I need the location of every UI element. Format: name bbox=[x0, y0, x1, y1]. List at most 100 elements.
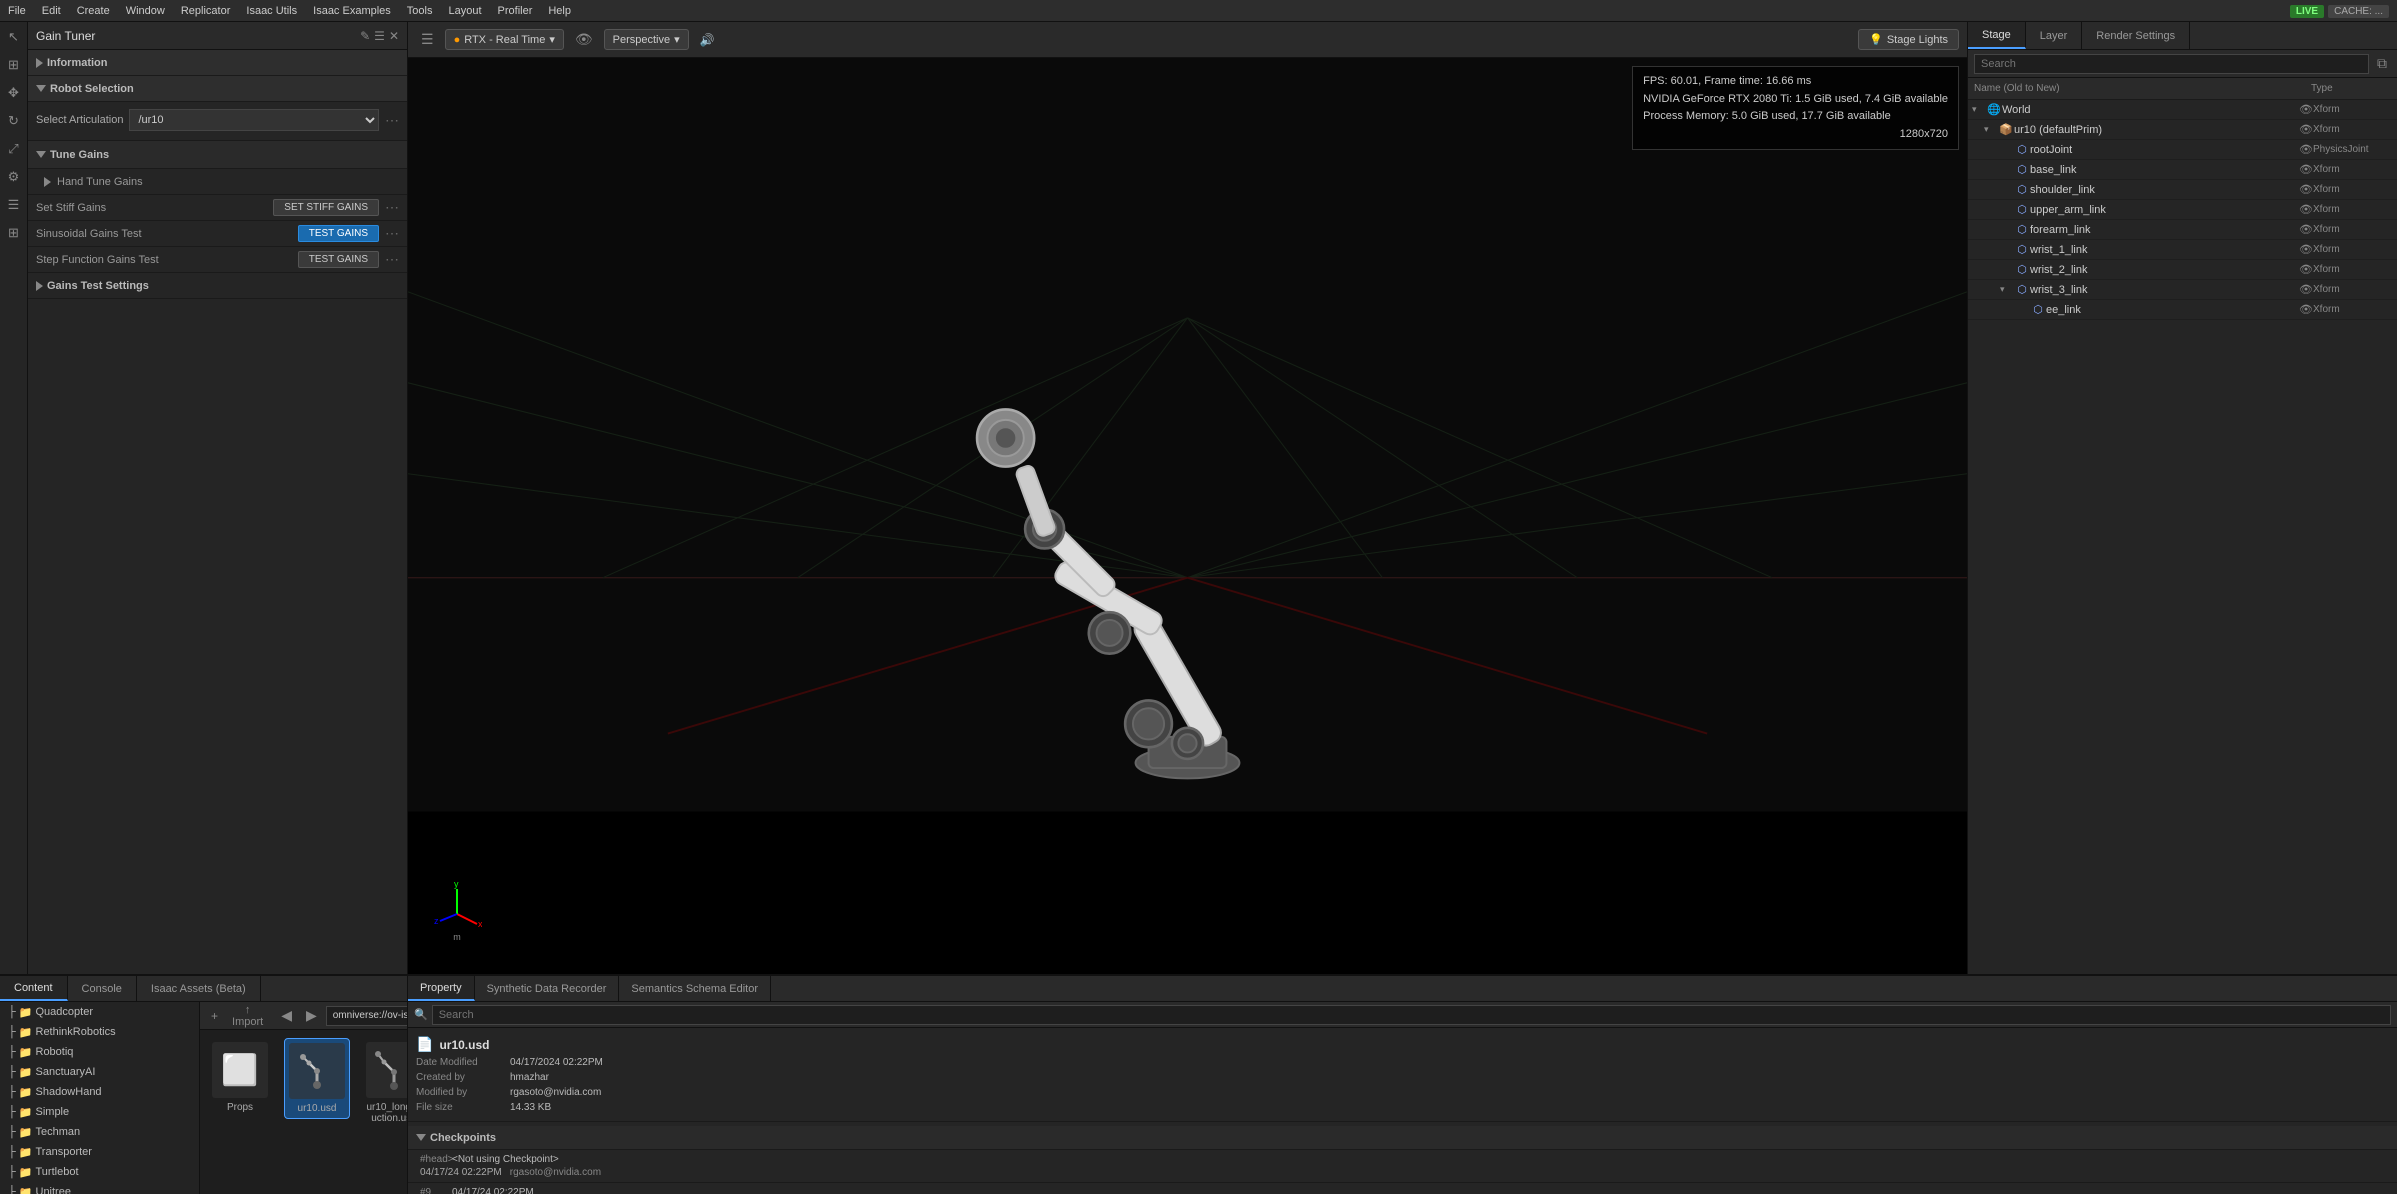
cb-item-sanctuaryai[interactable]: ├ 📁 SanctuaryAI bbox=[0, 1062, 199, 1082]
gains-test-settings-header[interactable]: Gains Test Settings bbox=[28, 273, 407, 299]
tree-row-base-link[interactable]: ⬡ base_link 👁 Xform bbox=[1968, 160, 2397, 180]
tree-row-wrist2-link[interactable]: ⬡ wrist_2_link 👁 Xform bbox=[1968, 260, 2397, 280]
cb-asset-ur10-usd[interactable]: ur10.usd bbox=[284, 1038, 350, 1119]
br-tab-semantics[interactable]: Semantics Schema Editor bbox=[619, 976, 771, 1001]
cb-path-input[interactable] bbox=[326, 1006, 407, 1026]
cb-add-button[interactable]: + bbox=[206, 1006, 223, 1026]
br-tab-property[interactable]: Property bbox=[408, 976, 475, 1001]
wrist2link-vis-icon[interactable]: 👁 bbox=[2299, 263, 2313, 276]
checkpoint-item-9[interactable]: #9 04/17/24 02:22PM rgasoto@nvidia.com bbox=[408, 1183, 2397, 1194]
bottom-tab-console[interactable]: Console bbox=[68, 976, 137, 1001]
eelink-icon: ⬡ bbox=[2030, 303, 2046, 316]
tune-gains-header[interactable]: Tune Gains bbox=[28, 141, 407, 169]
robot-selection-section-header[interactable]: Robot Selection bbox=[28, 76, 407, 102]
wrist1link-label: wrist_1_link bbox=[2030, 244, 2295, 256]
rail-settings-icon[interactable]: ⚙ bbox=[3, 166, 25, 188]
menu-profiler[interactable]: Profiler bbox=[498, 5, 533, 17]
rail-layers-icon[interactable]: ☰ bbox=[3, 194, 25, 216]
menu-isaac-utils[interactable]: Isaac Utils bbox=[246, 5, 297, 17]
menu-isaac-examples[interactable]: Isaac Examples bbox=[313, 5, 391, 17]
tree-row-shoulder-link[interactable]: ⬡ shoulder_link 👁 Xform bbox=[1968, 180, 2397, 200]
checkpoints-header[interactable]: Checkpoints bbox=[408, 1126, 2397, 1150]
rail-grid-icon[interactable]: ⊞ bbox=[3, 222, 25, 244]
tune-gains-collapse-icon bbox=[36, 151, 46, 158]
tree-row-ee-link[interactable]: ⬡ ee_link 👁 Xform bbox=[1968, 300, 2397, 320]
br-search-input[interactable] bbox=[432, 1005, 2391, 1025]
rail-rotate-icon[interactable]: ↻ bbox=[3, 110, 25, 132]
forearmlink-vis-icon[interactable]: 👁 bbox=[2299, 223, 2313, 236]
bottom-tab-content[interactable]: Content bbox=[0, 976, 68, 1001]
stage-filter-icon[interactable]: ⧉ bbox=[2373, 53, 2391, 74]
tree-row-wrist3-link[interactable]: ▾ ⬡ wrist_3_link 👁 Xform bbox=[1968, 280, 2397, 300]
articulation-menu-icon[interactable]: ⋯ bbox=[385, 112, 399, 129]
tree-row-forearm-link[interactable]: ⬡ forearm_link 👁 Xform bbox=[1968, 220, 2397, 240]
step-function-gains-menu-icon[interactable]: ⋯ bbox=[385, 251, 399, 268]
cb-item-techman[interactable]: ├ 📁 Techman bbox=[0, 1122, 199, 1142]
cb-item-simple[interactable]: ├ 📁 Simple bbox=[0, 1102, 199, 1122]
shoulderlink-vis-icon[interactable]: 👁 bbox=[2299, 183, 2313, 196]
stage-tab-layer[interactable]: Layer bbox=[2026, 22, 2083, 49]
wrist1link-vis-icon[interactable]: 👁 bbox=[2299, 243, 2313, 256]
eelink-vis-icon[interactable]: 👁 bbox=[2299, 303, 2313, 316]
sinusoidal-gains-menu-icon[interactable]: ⋯ bbox=[385, 225, 399, 242]
world-vis-icon[interactable]: 👁 bbox=[2299, 103, 2313, 116]
tree-row-upper-arm-link[interactable]: ⬡ upper_arm_link 👁 Xform bbox=[1968, 200, 2397, 220]
tree-row-rootjoint[interactable]: ⬡ rootJoint 👁 PhysicsJoint bbox=[1968, 140, 2397, 160]
menu-layout[interactable]: Layout bbox=[448, 5, 481, 17]
menu-file[interactable]: File bbox=[8, 5, 26, 17]
wrist3link-vis-icon[interactable]: 👁 bbox=[2299, 283, 2313, 296]
bottom-tab-isaac-assets[interactable]: Isaac Assets (Beta) bbox=[137, 976, 261, 1001]
rail-scale-icon[interactable]: ⤢ bbox=[3, 138, 25, 160]
tree-row-wrist1-link[interactable]: ⬡ wrist_1_link 👁 Xform bbox=[1968, 240, 2397, 260]
unitree-folder-icon: 📁 bbox=[19, 1186, 33, 1194]
close-icon[interactable]: ✕ bbox=[389, 29, 399, 43]
set-stiff-gains-menu-icon[interactable]: ⋯ bbox=[385, 199, 399, 216]
cb-item-robotiq[interactable]: ├ 📁 Robotiq bbox=[0, 1042, 199, 1062]
menu-edit[interactable]: Edit bbox=[42, 5, 61, 17]
camera-settings-icon-btn[interactable]: 👁 bbox=[570, 28, 598, 51]
stage-tab-stage[interactable]: Stage bbox=[1968, 22, 2026, 49]
stage-search-input[interactable] bbox=[1974, 54, 2369, 74]
cb-item-unitree[interactable]: ├ 📁 Unitree bbox=[0, 1182, 199, 1194]
upperarmlink-vis-icon[interactable]: 👁 bbox=[2299, 203, 2313, 216]
cb-nav-back[interactable]: ◀ bbox=[276, 1004, 297, 1027]
rtx-realtime-button[interactable]: ● RTX - Real Time ▾ bbox=[445, 29, 564, 50]
viewport-settings-icon-btn[interactable]: ☰ bbox=[416, 28, 439, 51]
cb-asset-ur10-long-suction[interactable]: ur10_long_suction.usd bbox=[362, 1038, 407, 1128]
ur10-vis-icon[interactable]: 👁 bbox=[2299, 123, 2313, 136]
cb-item-turtlebot[interactable]: ├ 📁 Turtlebot bbox=[0, 1162, 199, 1182]
baselink-vis-icon[interactable]: 👁 bbox=[2299, 163, 2313, 176]
cb-import-button[interactable]: ↑ Import bbox=[227, 1002, 268, 1031]
cb-item-shadowhand[interactable]: ├ 📁 ShadowHand bbox=[0, 1082, 199, 1102]
cb-asset-props-folder[interactable]: ⬜ Props bbox=[208, 1038, 272, 1117]
set-stiff-gains-button[interactable]: SET STIFF GAINS bbox=[273, 199, 379, 216]
rootjoint-vis-icon[interactable]: 👁 bbox=[2299, 143, 2313, 156]
tree-row-world[interactable]: ▾ 🌐 World 👁 Xform bbox=[1968, 100, 2397, 120]
stage-lights-button[interactable]: 💡 Stage Lights bbox=[1858, 29, 1959, 50]
rail-move-icon[interactable]: ✥ bbox=[3, 82, 25, 104]
cb-item-transporter[interactable]: ├ 📁 Transporter bbox=[0, 1142, 199, 1162]
menu-icon[interactable]: ☰ bbox=[374, 29, 385, 43]
audio-icon-btn[interactable]: 🔊 bbox=[695, 30, 720, 50]
menu-create[interactable]: Create bbox=[77, 5, 110, 17]
step-function-test-gains-button[interactable]: TEST GAINS bbox=[298, 251, 379, 268]
cb-item-rethinkrobotics[interactable]: ├ 📁 RethinkRobotics bbox=[0, 1022, 199, 1042]
rail-select-icon[interactable]: ⊞ bbox=[3, 54, 25, 76]
perspective-button[interactable]: Perspective ▾ bbox=[604, 29, 689, 50]
information-section-header[interactable]: Information bbox=[28, 50, 407, 76]
stage-tab-render-settings[interactable]: Render Settings bbox=[2082, 22, 2190, 49]
menu-help[interactable]: Help bbox=[548, 5, 571, 17]
cb-item-quadcopter[interactable]: ├ 📁 Quadcopter bbox=[0, 1002, 199, 1022]
articulation-select[interactable]: /ur10 bbox=[129, 109, 379, 131]
rail-cursor-icon[interactable]: ↖ bbox=[3, 26, 25, 48]
upperarmlink-label: upper_arm_link bbox=[2030, 204, 2295, 216]
edit-icon[interactable]: ✎ bbox=[360, 29, 370, 43]
menu-replicator[interactable]: Replicator bbox=[181, 5, 231, 17]
menu-window[interactable]: Window bbox=[126, 5, 165, 17]
tree-row-ur10[interactable]: ▾ 📦 ur10 (defaultPrim) 👁 Xform bbox=[1968, 120, 2397, 140]
br-tab-synthetic-data[interactable]: Synthetic Data Recorder bbox=[475, 976, 620, 1001]
menu-tools[interactable]: Tools bbox=[407, 5, 433, 17]
sinusoidal-test-gains-button[interactable]: TEST GAINS bbox=[298, 225, 379, 242]
checkpoint-item-head[interactable]: #head> <Not using Checkpoint> 04/17/24 0… bbox=[408, 1150, 2397, 1183]
cb-nav-forward[interactable]: ▶ bbox=[301, 1004, 322, 1027]
